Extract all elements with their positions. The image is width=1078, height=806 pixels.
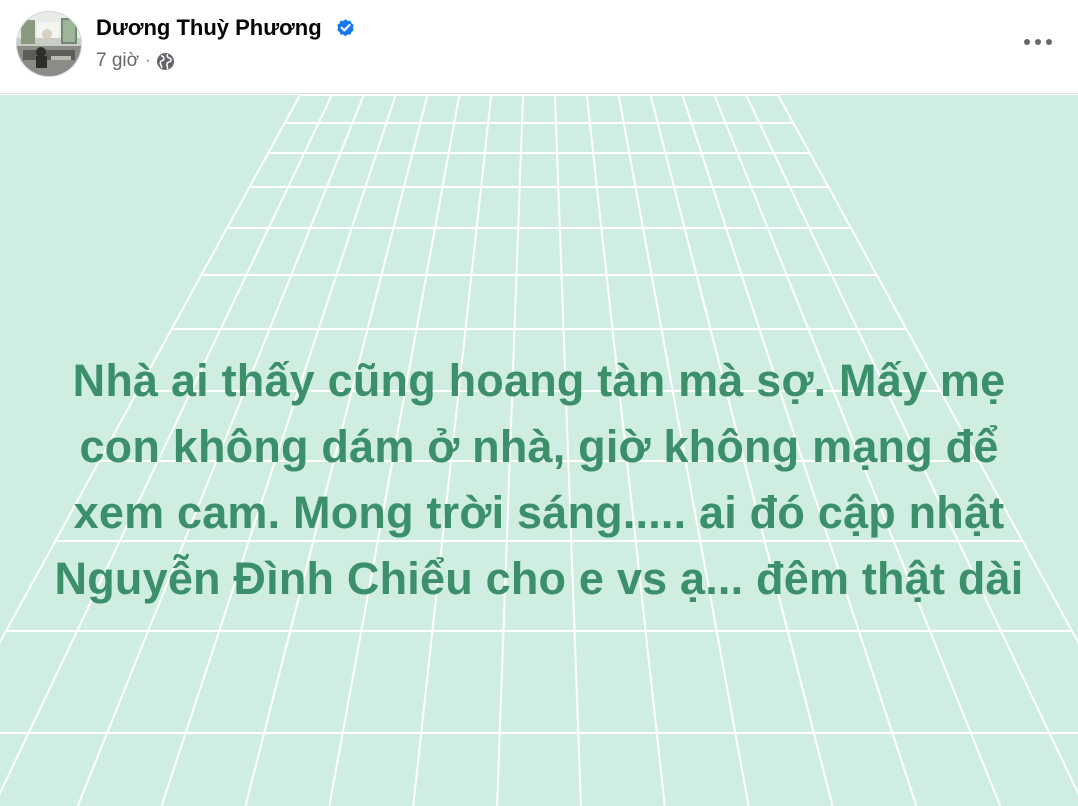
author-name[interactable]: Dương Thuỳ Phương [96, 14, 322, 42]
status-line-4: Nguyễn Đình Chiểu cho e vs ạ... đêm thật… [54, 553, 1024, 604]
author-avatar[interactable] [17, 12, 81, 76]
status-text: Nhà ai thấy cũng hoang tàn mà sợ. Mấy mẹ… [30, 348, 1048, 612]
verified-badge-icon [337, 19, 354, 37]
post-meta: 7 giờ · [96, 48, 175, 74]
facebook-post: Dương Thuỳ Phương 7 giờ · Nhà ai thấy cũ… [0, 0, 1078, 806]
status-line-1: Nhà ai thấy cũng hoang tàn mà sợ. Mấy mẹ [72, 355, 1006, 406]
status-line-3: xem cam. Mong trời sáng..... ai đó cập n… [73, 487, 1005, 538]
more-options-button[interactable] [1018, 24, 1058, 60]
meta-separator: · [145, 52, 151, 69]
globe-icon[interactable] [156, 52, 175, 71]
status-background: Nhà ai thấy cũng hoang tàn mà sợ. Mấy mẹ… [0, 95, 1078, 806]
post-header: Dương Thuỳ Phương 7 giờ · [0, 0, 1078, 94]
status-line-2: con không dám ở nhà, giờ không mạng để [79, 421, 999, 472]
profile-photo-icon [17, 12, 81, 76]
post-timestamp[interactable]: 7 giờ [96, 50, 139, 72]
more-options-icon [1024, 39, 1052, 45]
